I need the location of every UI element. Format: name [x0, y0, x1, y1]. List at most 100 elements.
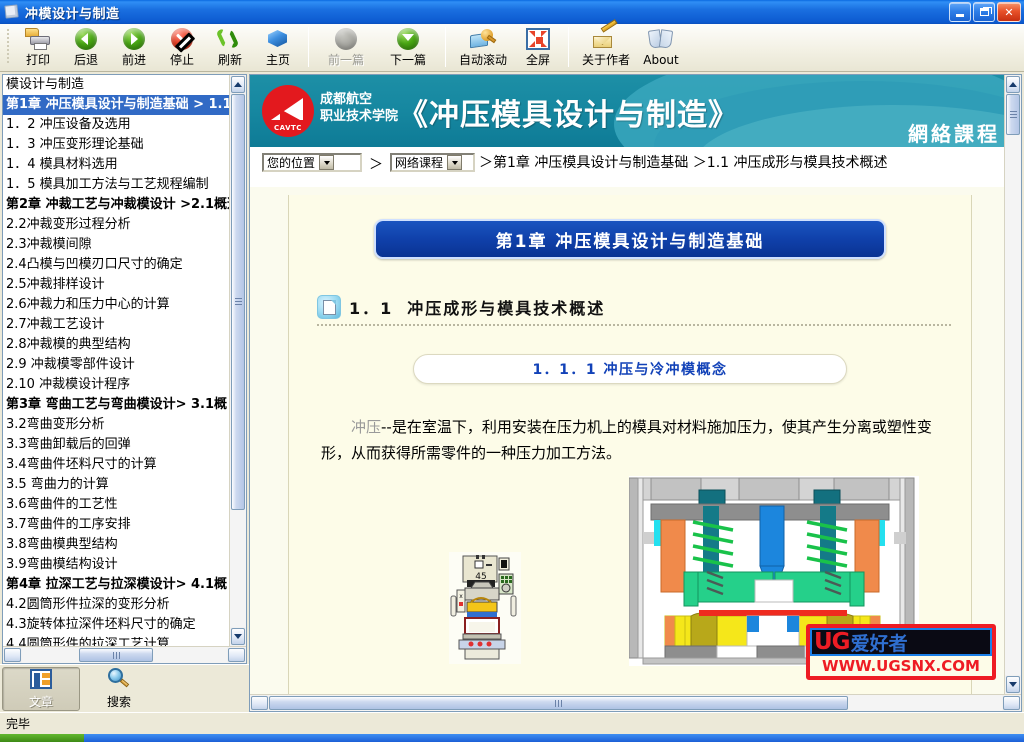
toc-item[interactable]: 3.3弯曲卸载后的回弹	[3, 435, 229, 455]
toc-item[interactable]: 2.10 冲裁模设计程序	[3, 375, 229, 395]
toc-scroll-track[interactable]	[230, 94, 246, 627]
content-scroll-left-button[interactable]	[251, 696, 268, 710]
minimize-button[interactable]	[949, 2, 971, 22]
toc-horizontal-scrollbar[interactable]	[3, 646, 246, 663]
toc-scroll-right-button[interactable]	[228, 648, 245, 662]
toc-item[interactable]: 3.8弯曲模典型结构	[3, 535, 229, 555]
content-scroll-down-button[interactable]	[1006, 676, 1020, 693]
close-button[interactable]: ✕	[997, 2, 1021, 22]
previous-article-button[interactable]: 前一篇	[315, 24, 377, 70]
toc-item[interactable]: 2.5冲裁排样设计	[3, 275, 229, 295]
toc-item[interactable]: 2.6冲裁力和压力中心的计算	[3, 295, 229, 315]
taskbar-area[interactable]	[84, 734, 1024, 742]
toolbar-grip[interactable]	[5, 27, 12, 67]
start-button[interactable]	[0, 734, 84, 742]
toc-item[interactable]: 4.3旋转体拉深件坯料尺寸的确定	[3, 615, 229, 635]
toc-item[interactable]: 2.8冲裁模的典型结构	[3, 335, 229, 355]
content-hscroll-thumb[interactable]	[269, 696, 849, 710]
paragraph-lead-term: 冲压	[351, 418, 382, 436]
toc-item[interactable]: 第2章 冲裁工艺与冲裁模设计 >2.1概述	[3, 195, 229, 215]
watermark-brand: UG 爱好者	[810, 628, 992, 656]
toc-item[interactable]: 3.2弯曲变形分析	[3, 415, 229, 435]
toc-item[interactable]: 3.9弯曲模结构设计	[3, 555, 229, 575]
toc-item-selected[interactable]: 第1章 冲压模具设计与制造基础 > 1.1 冲	[3, 95, 229, 115]
auto-scroll-label: 自动滚动	[458, 53, 507, 67]
university-line-1: 成都航空	[320, 92, 373, 107]
forward-button[interactable]: 前进	[110, 24, 158, 70]
toc-item[interactable]: 4.2圆筒形件拉深的变形分析	[3, 595, 229, 615]
toc-item[interactable]: 3.7弯曲件的工序安排	[3, 515, 229, 535]
content-scroll-thumb[interactable]	[1006, 94, 1020, 135]
site-banner: CAVTC 成都航空 职业技术学院 《冲压模具设计与制造》 網絡課程	[250, 75, 1004, 147]
next-article-label: 下一篇	[389, 53, 426, 67]
tab-search-label: 搜索	[106, 695, 131, 709]
toc-item[interactable]: 2.9 冲裁模零部件设计	[3, 355, 229, 375]
tab-search[interactable]: 搜索	[80, 667, 158, 711]
refresh-button[interactable]: 刷新	[206, 24, 254, 70]
about-author-button[interactable]: 关于作者	[575, 19, 637, 70]
toc-item[interactable]: 3.6弯曲件的工艺性	[3, 495, 229, 515]
toc-item[interactable]: 1．3 冲压变形理论基础	[3, 135, 229, 155]
location-dropdown-value: 您的位置	[267, 156, 316, 170]
content-pane: CAVTC 成都航空 职业技术学院 《冲压模具设计与制造》 網絡課程 您的位置 …	[249, 74, 1022, 712]
toc-item[interactable]: 2.3冲裁模间隙	[3, 235, 229, 255]
auto-scroll-button[interactable]: 自动滚动	[452, 24, 514, 70]
tab-articles[interactable]: 文章	[2, 666, 80, 711]
toc-item[interactable]: 2.4凸模与凹模刃口尺寸的确定	[3, 255, 229, 275]
fullscreen-button[interactable]: 全屏	[514, 24, 562, 70]
section-number: 1．1	[349, 299, 394, 318]
back-arrow-icon	[72, 26, 100, 52]
toolbar-separator	[568, 27, 569, 67]
chevron-down-icon[interactable]	[447, 155, 463, 170]
toc-item[interactable]: 1．5 模具加工方法与工艺规程编制	[3, 175, 229, 195]
content-horizontal-scrollbar[interactable]	[250, 694, 1021, 711]
back-button[interactable]: 后退	[62, 24, 110, 70]
about-book-icon	[647, 26, 675, 52]
toc-vertical-scrollbar[interactable]	[229, 75, 246, 646]
refresh-button-label: 刷新	[217, 53, 242, 67]
toc-root-label[interactable]: 模设计与制造	[3, 75, 229, 95]
toc-item[interactable]: 2.7冲裁工艺设计	[3, 315, 229, 335]
about-button[interactable]: About	[637, 24, 685, 70]
toc-scroll-down-button[interactable]	[231, 628, 245, 645]
stop-button[interactable]: 停止	[158, 24, 206, 70]
status-text: 完毕	[6, 717, 31, 731]
toc-hscroll-track[interactable]	[22, 647, 227, 663]
toc-item[interactable]: 2.2冲裁变形过程分析	[3, 215, 229, 235]
toc-item[interactable]: 3.5 弯曲力的计算	[3, 475, 229, 495]
content-scroll-track[interactable]	[1005, 94, 1021, 675]
toc-item[interactable]: 3.4弯曲件坯料尺寸的计算	[3, 455, 229, 475]
toc-scroll-thumb[interactable]	[231, 94, 245, 510]
taskbar	[0, 734, 1024, 742]
stop-button-label: 停止	[169, 53, 194, 67]
chevron-down-icon[interactable]	[319, 155, 335, 170]
toolbar-group-view: 自动滚动 全屏	[452, 24, 562, 70]
paragraph-text: --是在室温下，利用安装在压力机上的模具对材料施加压力，使其产生分离或塑性变形，…	[321, 418, 932, 462]
breadcrumb: 您的位置 ＞ 网络课程 ＞第1章 冲压模具设计与制造基础 ＞1.1 冲压成形与模…	[250, 147, 1004, 187]
print-button[interactable]: 打印	[14, 24, 62, 70]
home-button[interactable]: 主页	[254, 24, 302, 70]
fullscreen-icon	[524, 26, 552, 52]
content-scroll-right-button[interactable]	[1003, 696, 1020, 710]
toc-item[interactable]: 第3章 弯曲工艺与弯曲模设计> 3.1概	[3, 395, 229, 415]
app-book-icon	[4, 4, 20, 20]
toc-scroll-left-button[interactable]	[4, 648, 21, 662]
toc-tree[interactable]: 模设计与制造 第1章 冲压模具设计与制造基础 > 1.1 冲 1．2 冲压设备及选用…	[3, 75, 229, 646]
toc-item[interactable]: 第4章 拉深工艺与拉深模设计> 4.1概	[3, 575, 229, 595]
content-vertical-scrollbar[interactable]	[1004, 75, 1021, 694]
toc-scroll-up-button[interactable]	[231, 76, 245, 93]
content-hscroll-track[interactable]	[269, 695, 1002, 711]
toc-item[interactable]: 1．4 模具材料选用	[3, 155, 229, 175]
toolbar-separator	[308, 27, 309, 67]
toc-item[interactable]: 1．2 冲压设备及选用	[3, 115, 229, 135]
next-article-button[interactable]: 下一篇	[377, 24, 439, 70]
document-view[interactable]: CAVTC 成都航空 职业技术学院 《冲压模具设计与制造》 網絡課程 您的位置 …	[250, 75, 1004, 694]
location-dropdown[interactable]: 您的位置	[262, 153, 362, 172]
content-scroll-up-button[interactable]	[1006, 76, 1020, 93]
maximize-button[interactable]	[973, 2, 995, 22]
window-title-bar[interactable]: 冲模设计与制造 ✕	[0, 0, 1024, 24]
watermark-brand-latin: UG	[814, 629, 851, 655]
course-dropdown[interactable]: 网络课程	[390, 153, 475, 172]
toc-item[interactable]: 4.4圆筒形件的拉深工艺计算	[3, 635, 229, 646]
toc-hscroll-thumb[interactable]	[79, 648, 154, 662]
